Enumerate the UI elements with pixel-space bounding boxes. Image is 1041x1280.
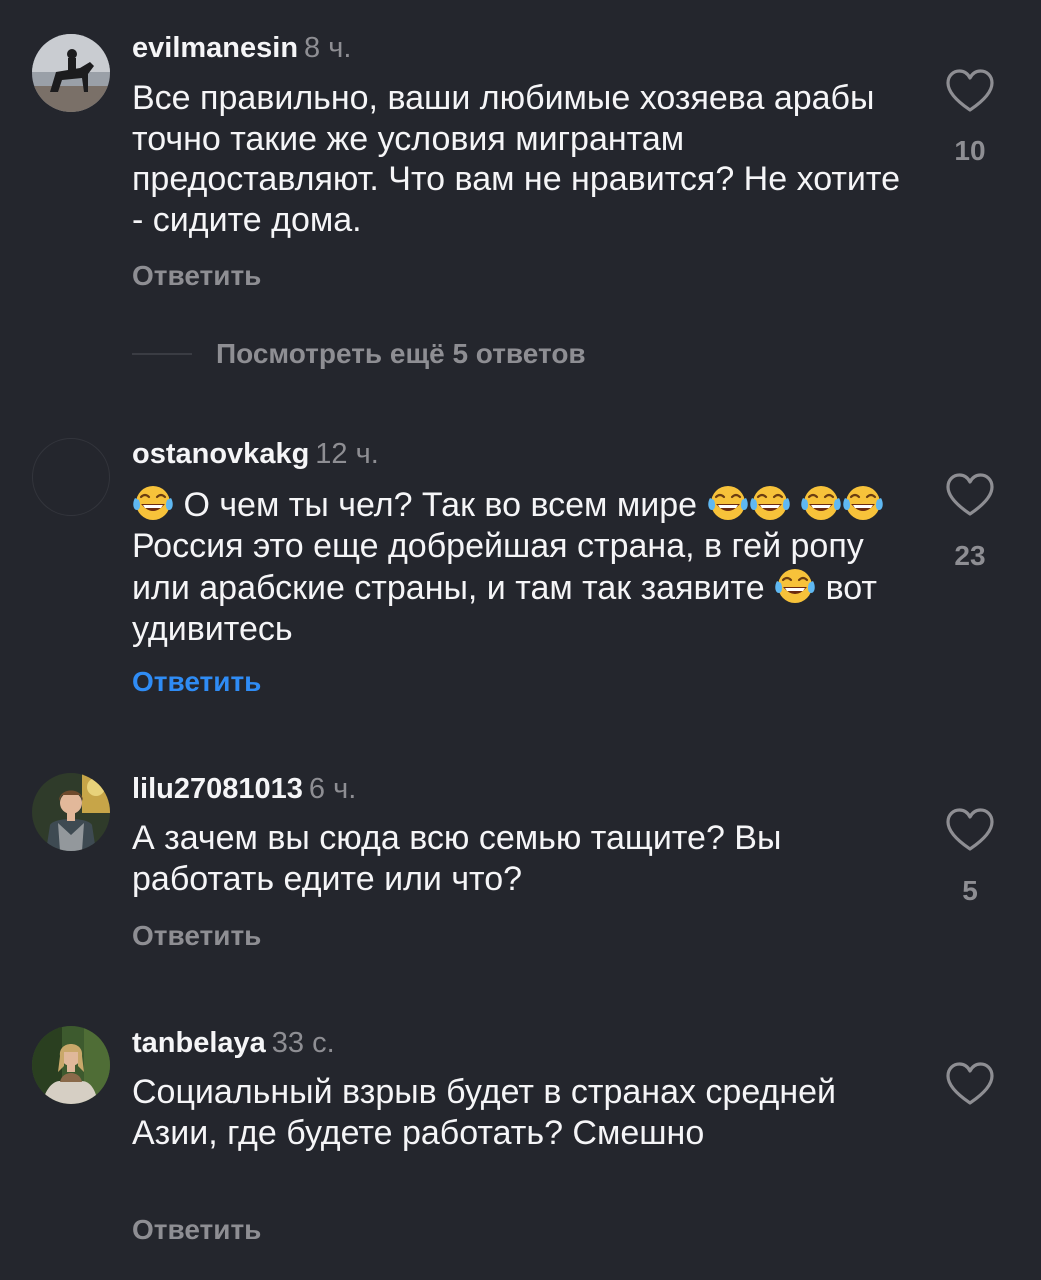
heart-outline-icon[interactable] (944, 1061, 996, 1107)
timestamp: 8 ч. (304, 32, 352, 64)
avatar[interactable] (32, 34, 110, 112)
comment-text: О чем ты чел? Так во всем мире Россия эт… (132, 483, 912, 649)
timestamp: 12 ч. (315, 438, 379, 470)
comment-text-part: Россия это еще добрейшая страна, в гей р… (132, 526, 864, 608)
comment-text: А зачем вы сюда всю семью тащите? Вы раб… (132, 819, 782, 898)
reply-button[interactable]: Ответить (132, 1213, 261, 1247)
divider-line (132, 353, 192, 355)
heart-outline-icon[interactable] (944, 472, 996, 518)
view-more-replies-label: Посмотреть ещё 5 ответов (216, 338, 586, 369)
username[interactable]: tanbelaya (132, 1027, 266, 1059)
comment-text: Социальный взрыв будет в странах средней… (132, 1073, 837, 1152)
face-with-tears-of-joy-icon (774, 566, 816, 606)
username[interactable]: lilu27081013 (132, 773, 303, 805)
avatar[interactable] (32, 438, 110, 516)
face-with-tears-of-joy-icon (800, 483, 842, 523)
face-with-tears-of-joy-icon (707, 483, 749, 523)
reply-button[interactable]: Ответить (132, 259, 261, 293)
comment-text-part: О чем ты чел? Так во всем мире (183, 486, 698, 524)
comment-header: lilu27081013 6 ч. (132, 772, 356, 806)
timestamp: 33 с. (271, 1027, 335, 1059)
avatar[interactable] (32, 773, 110, 851)
heart-outline-icon[interactable] (944, 807, 996, 853)
reply-button[interactable]: Ответить (132, 919, 261, 953)
comment-header: evilmanesin 8 ч. (132, 31, 351, 65)
like-count: 10 (954, 135, 986, 166)
username[interactable]: ostanovkakg (132, 438, 309, 470)
comment-text: Все правильно, ваши любимые хозяева араб… (132, 79, 901, 239)
like-count: 23 (954, 540, 986, 571)
reply-button[interactable]: Ответить (132, 665, 261, 699)
avatar[interactable] (32, 1026, 110, 1104)
username[interactable]: evilmanesin (132, 32, 298, 64)
face-with-tears-of-joy-icon (749, 483, 791, 523)
comment-header: ostanovkakg 12 ч. (132, 437, 379, 471)
face-with-tears-of-joy-icon (132, 483, 174, 523)
like-count: 5 (962, 875, 978, 906)
timestamp: 6 ч. (308, 773, 357, 805)
heart-outline-icon[interactable] (944, 68, 996, 114)
comment-header: tanbelaya 33 с. (132, 1026, 335, 1060)
face-with-tears-of-joy-icon (842, 483, 884, 523)
